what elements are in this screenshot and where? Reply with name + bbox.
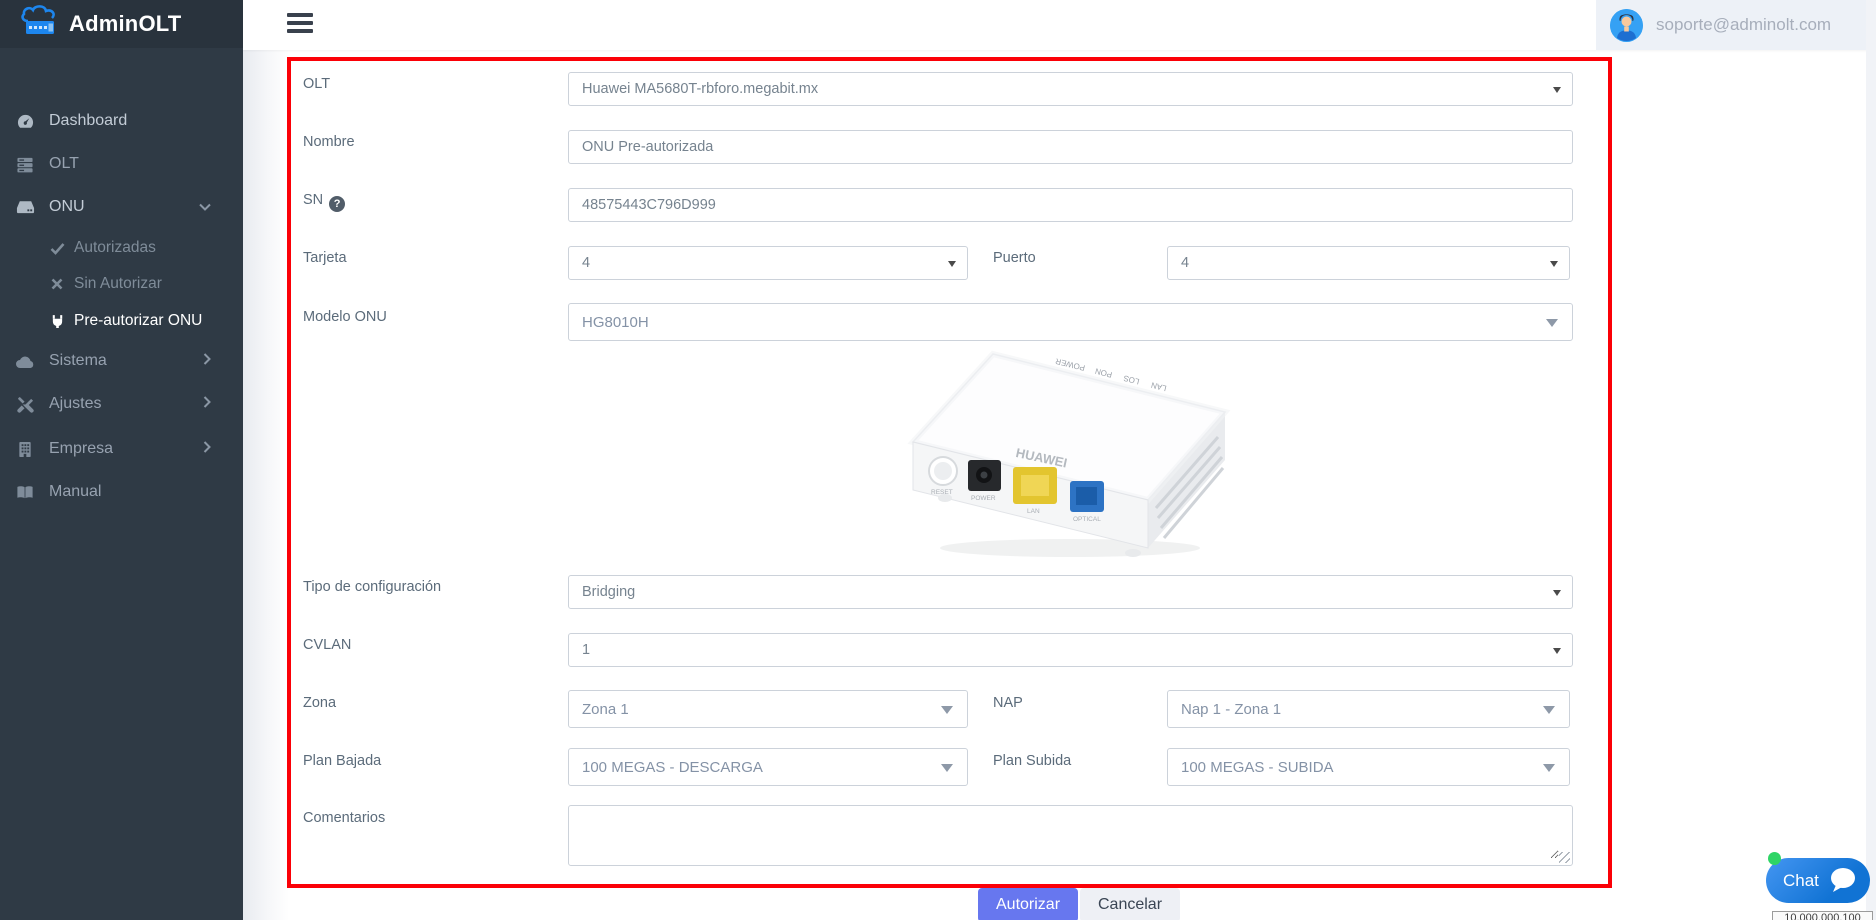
- tipo-configuracion-label: Tipo de configuración: [303, 579, 441, 595]
- nap-select[interactable]: Nap 1 - Zona 1: [1167, 690, 1570, 728]
- sidebar-shadow: [243, 50, 289, 920]
- sidebar-item-label: Empresa: [49, 440, 113, 458]
- nombre-input[interactable]: [582, 131, 1559, 163]
- plan-bajada-select[interactable]: 100 MEGAS - DESCARGA: [568, 748, 968, 786]
- adminolt-logo-icon: [18, 5, 60, 44]
- sidebar-item-label: ONU: [49, 198, 85, 216]
- modelo-onu-select[interactable]: HG8010H: [568, 303, 1573, 341]
- cloud-icon: [15, 354, 35, 369]
- hamburger-menu-icon[interactable]: [287, 10, 313, 36]
- comentarios-textarea-wrap: [568, 805, 1573, 866]
- sidebar-item-label: Sin Autorizar: [74, 275, 162, 293]
- ip-tooltip: 10.000.000.100: [1772, 911, 1873, 920]
- sidebar-item-dashboard[interactable]: Dashboard: [0, 101, 243, 141]
- textarea-resize-grip[interactable]: [1559, 852, 1570, 863]
- svg-text:LAN: LAN: [1027, 508, 1040, 515]
- sidebar-item-sistema[interactable]: Sistema: [0, 341, 243, 381]
- sn-label: SN?: [303, 192, 345, 212]
- puerto-selected-value: 4: [1181, 255, 1189, 271]
- olt-select[interactable]: Huawei MA5680T-rbforo.megabit.mx: [568, 72, 1573, 106]
- chevron-right-icon: [203, 440, 211, 458]
- cancelar-button[interactable]: Cancelar: [1080, 888, 1180, 920]
- brand-title: AdminOLT: [69, 11, 181, 37]
- sidebar-item-pre-autorizar-onu[interactable]: Pre-autorizar ONU: [0, 303, 243, 339]
- sidebar-item-manual[interactable]: Manual: [0, 472, 243, 512]
- zona-label: Zona: [303, 695, 336, 711]
- svg-text:POWER: POWER: [971, 495, 996, 502]
- sidebar-item-empresa[interactable]: Empresa: [0, 429, 243, 469]
- plug-icon: [48, 314, 66, 329]
- chat-bubble-icon: [1828, 866, 1858, 899]
- nap-selected-value: Nap 1 - Zona 1: [1181, 701, 1281, 718]
- tarjeta-selected-value: 4: [582, 255, 590, 271]
- x-icon: [48, 278, 66, 290]
- brand[interactable]: AdminOLT: [0, 0, 243, 48]
- chevron-down-icon: [199, 198, 211, 216]
- plan-bajada-selected-value: 100 MEGAS - DESCARGA: [582, 759, 763, 776]
- zona-select[interactable]: Zona 1: [568, 690, 968, 728]
- sidebar-item-label: Dashboard: [49, 112, 127, 130]
- cvlan-select[interactable]: 1: [568, 633, 1573, 667]
- puerto-select[interactable]: 4: [1167, 246, 1570, 280]
- modelo-onu-selected-value: HG8010H: [582, 314, 649, 331]
- olt-label: OLT: [303, 76, 330, 92]
- chat-label: Chat: [1783, 871, 1819, 891]
- puerto-label: Puerto: [993, 250, 1036, 266]
- device-icon: [15, 199, 35, 215]
- tipo-configuracion-selected-value: Bridging: [582, 584, 635, 600]
- sidebar-item-label: Autorizadas: [74, 239, 156, 257]
- tarjeta-label: Tarjeta: [303, 250, 347, 266]
- nombre-input-wrap: [568, 130, 1573, 164]
- check-icon: [48, 242, 66, 255]
- sidebar-item-olt[interactable]: OLT: [0, 144, 243, 184]
- olt-selected-value: Huawei MA5680T-rbforo.megabit.mx: [582, 81, 818, 97]
- plan-subida-label: Plan Subida: [993, 753, 1071, 769]
- comentarios-textarea[interactable]: [582, 812, 1559, 859]
- sidebar-item-label: Sistema: [49, 352, 107, 370]
- building-icon: [15, 441, 35, 458]
- user-email: soporte@adminolt.com: [1656, 15, 1831, 35]
- sidebar-item-label: OLT: [49, 155, 79, 173]
- nap-label: NAP: [993, 695, 1023, 711]
- sidebar-item-label: Ajustes: [49, 395, 101, 413]
- sidebar: AdminOLT Dashboard OLT ONU: [0, 0, 243, 920]
- tarjeta-select[interactable]: 4: [568, 246, 968, 280]
- vertical-scrollbar[interactable]: [1866, 0, 1876, 920]
- help-icon[interactable]: ?: [329, 196, 345, 212]
- zona-selected-value: Zona 1: [582, 701, 629, 718]
- cvlan-selected-value: 1: [582, 642, 590, 658]
- online-status-dot: [1768, 852, 1781, 865]
- user-menu[interactable]: soporte@adminolt.com: [1596, 0, 1876, 50]
- cvlan-label: CVLAN: [303, 637, 351, 653]
- onu-product-image: LANLOSPONPOWER HUAWEI RESETPOWERLANOPTIC…: [905, 348, 1235, 562]
- comentarios-label: Comentarios: [303, 810, 385, 826]
- plan-subida-selected-value: 100 MEGAS - SUBIDA: [1181, 759, 1334, 776]
- nombre-label: Nombre: [303, 134, 355, 150]
- gauge-icon: [15, 113, 35, 130]
- sidebar-item-autorizadas[interactable]: Autorizadas: [0, 230, 243, 266]
- chevron-right-icon: [203, 352, 211, 370]
- chat-widget-button[interactable]: Chat: [1766, 858, 1870, 903]
- book-icon: [15, 485, 35, 500]
- sidebar-item-label: Manual: [49, 483, 101, 501]
- plan-subida-select[interactable]: 100 MEGAS - SUBIDA: [1167, 748, 1570, 786]
- server-icon: [15, 156, 35, 173]
- plan-bajada-label: Plan Bajada: [303, 753, 381, 769]
- svg-text:OPTICAL: OPTICAL: [1073, 516, 1101, 523]
- chevron-right-icon: [203, 395, 211, 413]
- sidebar-item-sin-autorizar[interactable]: Sin Autorizar: [0, 266, 243, 302]
- modelo-onu-label: Modelo ONU: [303, 309, 387, 325]
- autorizar-button[interactable]: Autorizar: [978, 888, 1078, 920]
- sidebar-item-label: Pre-autorizar ONU: [74, 312, 202, 330]
- sidebar-item-ajustes[interactable]: Ajustes: [0, 384, 243, 424]
- sidebar-item-onu[interactable]: ONU: [0, 187, 243, 227]
- sn-input[interactable]: [582, 189, 1559, 221]
- top-header: soporte@adminolt.com: [243, 0, 1876, 50]
- sn-input-wrap: [568, 188, 1573, 222]
- adminolt-app: AdminOLT Dashboard OLT ONU: [0, 0, 1876, 920]
- user-avatar: [1610, 9, 1643, 42]
- tipo-configuracion-select[interactable]: Bridging: [568, 575, 1573, 609]
- tools-icon: [15, 396, 35, 413]
